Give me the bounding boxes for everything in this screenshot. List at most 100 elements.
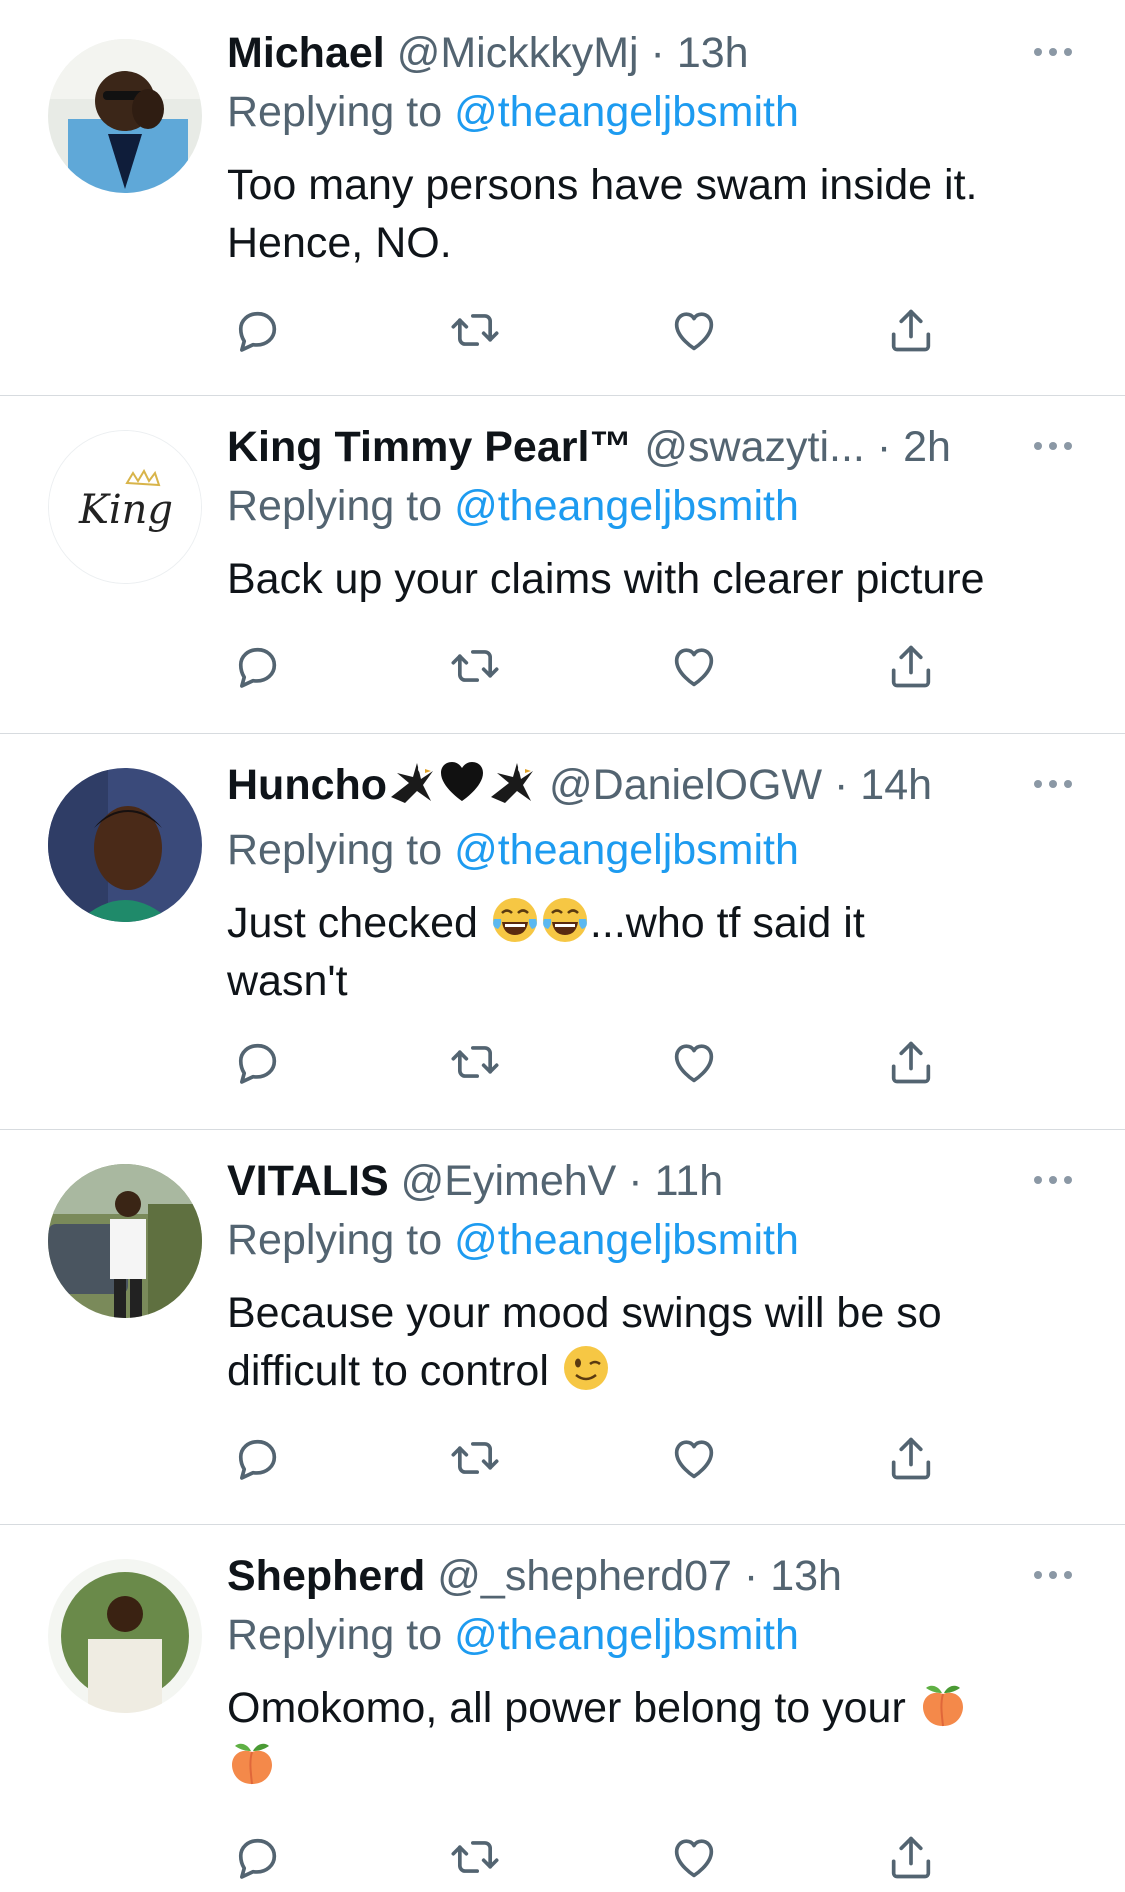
user-handle[interactable]: @MickkkyMj	[397, 29, 639, 77]
tweet-header: Shepherd @_shepherd07 · 13h	[227, 1547, 1065, 1605]
tweet-content: Huncho @DanielOGW · 14h Replying to @the…	[227, 756, 1065, 1010]
replying-to: Replying to @theangeljbsmith	[227, 82, 1065, 142]
reply-icon	[238, 311, 277, 352]
share-icon	[891, 1041, 931, 1084]
share-button[interactable]	[881, 1032, 941, 1092]
tweet-header: Michael @MickkkyMj · 13h	[227, 24, 1065, 82]
tweet-text: Too many persons have swam inside it. He…	[227, 156, 1065, 272]
retweet-icon	[451, 1841, 499, 1873]
more-icon[interactable]	[1031, 1173, 1075, 1187]
share-icon	[891, 1836, 931, 1879]
tweet-reply[interactable]: Huncho @DanielOGW · 14h Replying to @the…	[0, 734, 1125, 1130]
timestamp[interactable]: 14h	[860, 761, 932, 809]
user-handle[interactable]: @EyimehV	[401, 1157, 617, 1205]
replying-to: Replying to @theangeljbsmith	[227, 1605, 1065, 1665]
like-button[interactable]	[664, 1827, 724, 1887]
replying-to: Replying to @theangeljbsmith	[227, 476, 1065, 536]
laughing-tears-emoji-icon	[490, 895, 540, 945]
tweet-actions	[227, 1827, 947, 1887]
reply-icon	[238, 1043, 277, 1084]
retweet-button[interactable]	[445, 1032, 505, 1092]
display-name[interactable]: Michael	[227, 29, 385, 77]
replying-handle-link[interactable]: @theangeljbsmith	[454, 88, 799, 136]
tweet-content: Michael @MickkkyMj · 13h Replying to @th…	[227, 24, 1065, 272]
retweet-button[interactable]	[445, 300, 505, 360]
timestamp[interactable]: 13h	[770, 1552, 842, 1600]
like-button[interactable]	[664, 1428, 724, 1488]
reply-button[interactable]	[227, 1032, 287, 1092]
avatar[interactable]: King	[48, 430, 202, 584]
replying-label: Replying to	[227, 482, 455, 530]
display-name[interactable]: King Timmy Pearl™	[227, 423, 632, 471]
share-icon	[891, 1437, 931, 1480]
share-icon	[891, 309, 931, 352]
tweet-text-line: Too many persons have swam inside it.	[227, 161, 978, 209]
share-icon	[891, 645, 931, 688]
share-button[interactable]	[881, 1827, 941, 1887]
display-name[interactable]: Huncho	[227, 761, 387, 809]
timestamp[interactable]: 11h	[655, 1157, 724, 1205]
user-handle[interactable]: @DanielOGW	[549, 761, 822, 809]
like-icon	[674, 1440, 714, 1479]
reply-button[interactable]	[227, 300, 287, 360]
share-button[interactable]	[881, 300, 941, 360]
replying-handle-link[interactable]: @theangeljbsmith	[454, 826, 799, 874]
avatar[interactable]	[48, 1559, 202, 1713]
separator-dot: ·	[650, 29, 665, 77]
tweet-actions	[227, 300, 947, 360]
like-button[interactable]	[664, 300, 724, 360]
tweet-reply[interactable]: VITALIS @EyimehV · 11h Replying to @thea…	[0, 1130, 1125, 1525]
tweet-text-line	[227, 1737, 1065, 1795]
retweet-button[interactable]	[445, 636, 505, 696]
retweet-icon	[451, 1046, 499, 1078]
display-name[interactable]: VITALIS	[227, 1157, 389, 1205]
replying-to: Replying to @theangeljbsmith	[227, 820, 1065, 880]
retweet-button[interactable]	[445, 1827, 505, 1887]
reply-icon	[238, 1439, 277, 1480]
share-button[interactable]	[881, 636, 941, 696]
tweet-text: Just checked ...who tf said it wasn't	[227, 894, 1065, 1010]
like-icon	[674, 1839, 714, 1878]
share-button[interactable]	[881, 1428, 941, 1488]
reply-button[interactable]	[227, 636, 287, 696]
more-icon[interactable]	[1031, 777, 1075, 791]
tweet-text-segment: difficult to control	[227, 1347, 561, 1395]
eagle-emoji-icon	[387, 759, 437, 820]
tweet-text-line: difficult to control	[227, 1342, 1065, 1400]
display-name[interactable]: Shepherd	[227, 1552, 425, 1600]
replying-handle-link[interactable]: @theangeljbsmith	[454, 1216, 799, 1264]
replying-label: Replying to	[227, 826, 455, 874]
retweet-icon	[451, 314, 499, 346]
tweet-content: Shepherd @_shepherd07 · 13h Replying to …	[227, 1547, 1065, 1795]
tweet-header: VITALIS @EyimehV · 11h	[227, 1152, 1065, 1210]
tweet-reply[interactable]: Michael @MickkkyMj · 13h Replying to @th…	[0, 0, 1125, 396]
tweet-reply[interactable]: Shepherd @_shepherd07 · 13h Replying to …	[0, 1525, 1125, 1892]
more-icon[interactable]	[1031, 45, 1075, 59]
user-handle[interactable]: @swazyti...	[644, 423, 864, 471]
retweet-button[interactable]	[445, 1428, 505, 1488]
reply-button[interactable]	[227, 1827, 287, 1887]
avatar[interactable]	[48, 1164, 202, 1318]
avatar[interactable]	[48, 39, 202, 193]
more-icon[interactable]	[1031, 1568, 1075, 1582]
more-icon[interactable]	[1031, 439, 1075, 453]
tweet-text-segment: Omokomo, all power belong to your	[227, 1684, 918, 1732]
replying-handle-link[interactable]: @theangeljbsmith	[454, 482, 799, 530]
tweet-reply[interactable]: King King Timmy Pearl™ @swazyti... · 2h …	[0, 396, 1125, 734]
replying-handle-link[interactable]: @theangeljbsmith	[454, 1611, 799, 1659]
tweet-text-segment: ...who tf said it	[589, 899, 865, 947]
eagle-emoji-icon	[487, 759, 537, 820]
timestamp[interactable]: 2h	[903, 423, 951, 471]
like-icon	[674, 1044, 714, 1083]
peach-emoji-icon	[227, 1738, 277, 1788]
like-button[interactable]	[664, 636, 724, 696]
tweet-text-line: wasn't	[227, 957, 348, 1005]
like-button[interactable]	[664, 1032, 724, 1092]
timestamp[interactable]: 13h	[677, 29, 749, 77]
user-handle[interactable]: @_shepherd07	[437, 1552, 732, 1600]
separator-dot: ·	[628, 1157, 643, 1205]
avatar[interactable]	[48, 768, 202, 922]
reply-button[interactable]	[227, 1428, 287, 1488]
tweet-actions	[227, 636, 947, 696]
laughing-tears-emoji-icon	[540, 895, 590, 945]
